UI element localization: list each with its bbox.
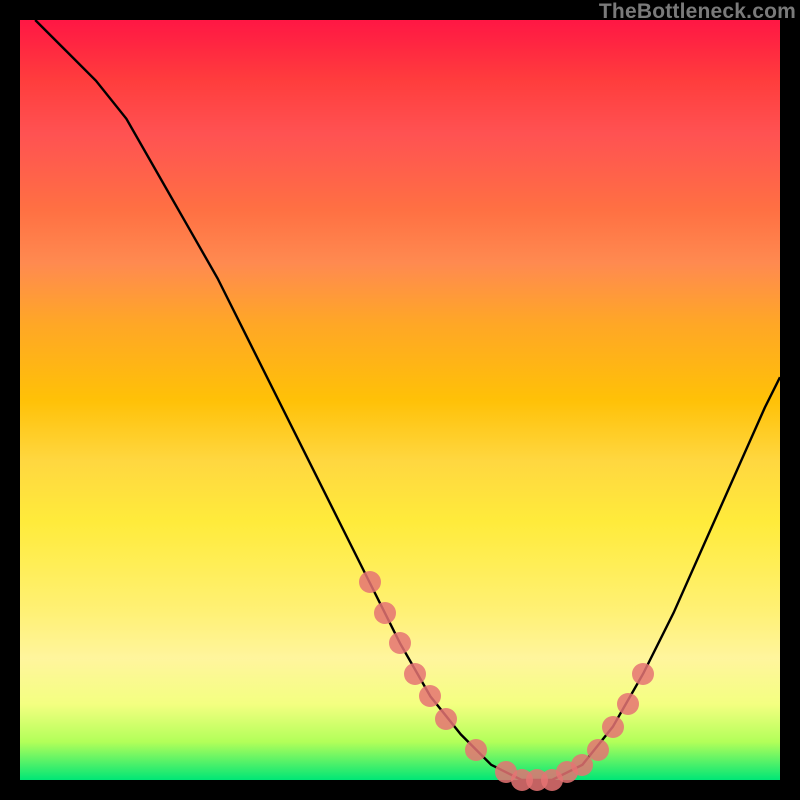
plot-area — [20, 20, 780, 780]
marker-dot — [435, 708, 457, 730]
marker-dot — [632, 663, 654, 685]
marker-dot — [602, 716, 624, 738]
bottleneck-curve — [20, 20, 780, 780]
marker-dot — [419, 685, 441, 707]
chart-frame: TheBottleneck.com — [0, 0, 800, 800]
marker-dot — [404, 663, 426, 685]
marker-dot — [465, 739, 487, 761]
marker-dot — [617, 693, 639, 715]
marker-dot — [389, 632, 411, 654]
marker-dot — [359, 571, 381, 593]
marker-dot — [587, 739, 609, 761]
marker-dot — [374, 602, 396, 624]
watermark-text: TheBottleneck.com — [599, 0, 796, 24]
